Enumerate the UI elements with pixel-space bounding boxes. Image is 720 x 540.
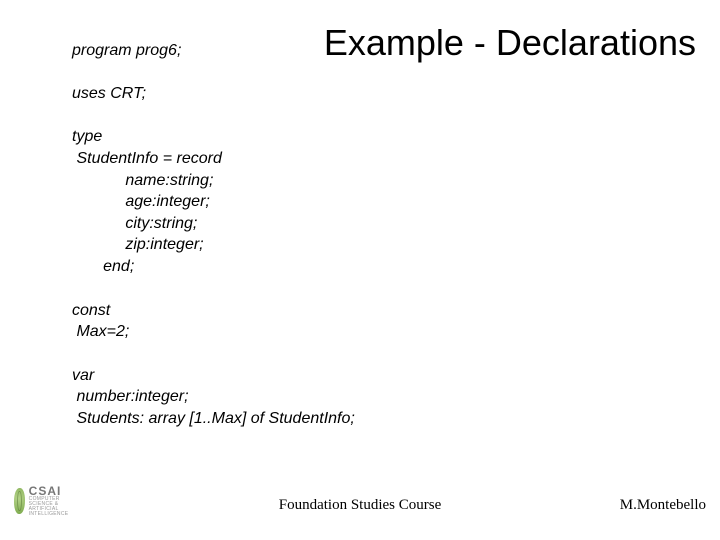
- code-line: city:string;: [72, 215, 197, 232]
- brain-icon: [14, 488, 25, 514]
- slide: Example - Declarations program prog6; us…: [0, 0, 720, 540]
- footer: CSAI COMPUTER SCIENCE & ARTIFICIAL INTEL…: [0, 486, 720, 526]
- logo-subtitle: COMPUTER SCIENCE & ARTIFICIAL INTELLIGEN…: [29, 497, 84, 517]
- code-line: Students: array [1..Max] of StudentInfo;: [72, 410, 355, 427]
- code-line: end;: [72, 258, 134, 275]
- footer-right: M.Montebello: [620, 497, 706, 514]
- code-line: const: [72, 302, 110, 319]
- footer-center: Foundation Studies Course: [279, 497, 442, 514]
- code-line: uses CRT;: [72, 85, 146, 102]
- code-line: type: [72, 128, 102, 145]
- code-line: number:integer;: [72, 388, 189, 405]
- logo-text: CSAI COMPUTER SCIENCE & ARTIFICIAL INTEL…: [29, 485, 84, 517]
- code-line: name:string;: [72, 172, 213, 189]
- slide-title: Example - Declarations: [324, 22, 696, 64]
- code-block: program prog6; uses CRT; type StudentInfo…: [72, 18, 692, 430]
- code-line: StudentInfo = record: [72, 150, 222, 167]
- code-line: Max=2;: [72, 323, 129, 340]
- logo: CSAI COMPUTER SCIENCE & ARTIFICIAL INTEL…: [14, 484, 84, 518]
- code-line: program prog6;: [72, 42, 181, 59]
- code-line: var: [72, 367, 94, 384]
- code-line: zip:integer;: [72, 236, 204, 253]
- code-line: age:integer;: [72, 193, 210, 210]
